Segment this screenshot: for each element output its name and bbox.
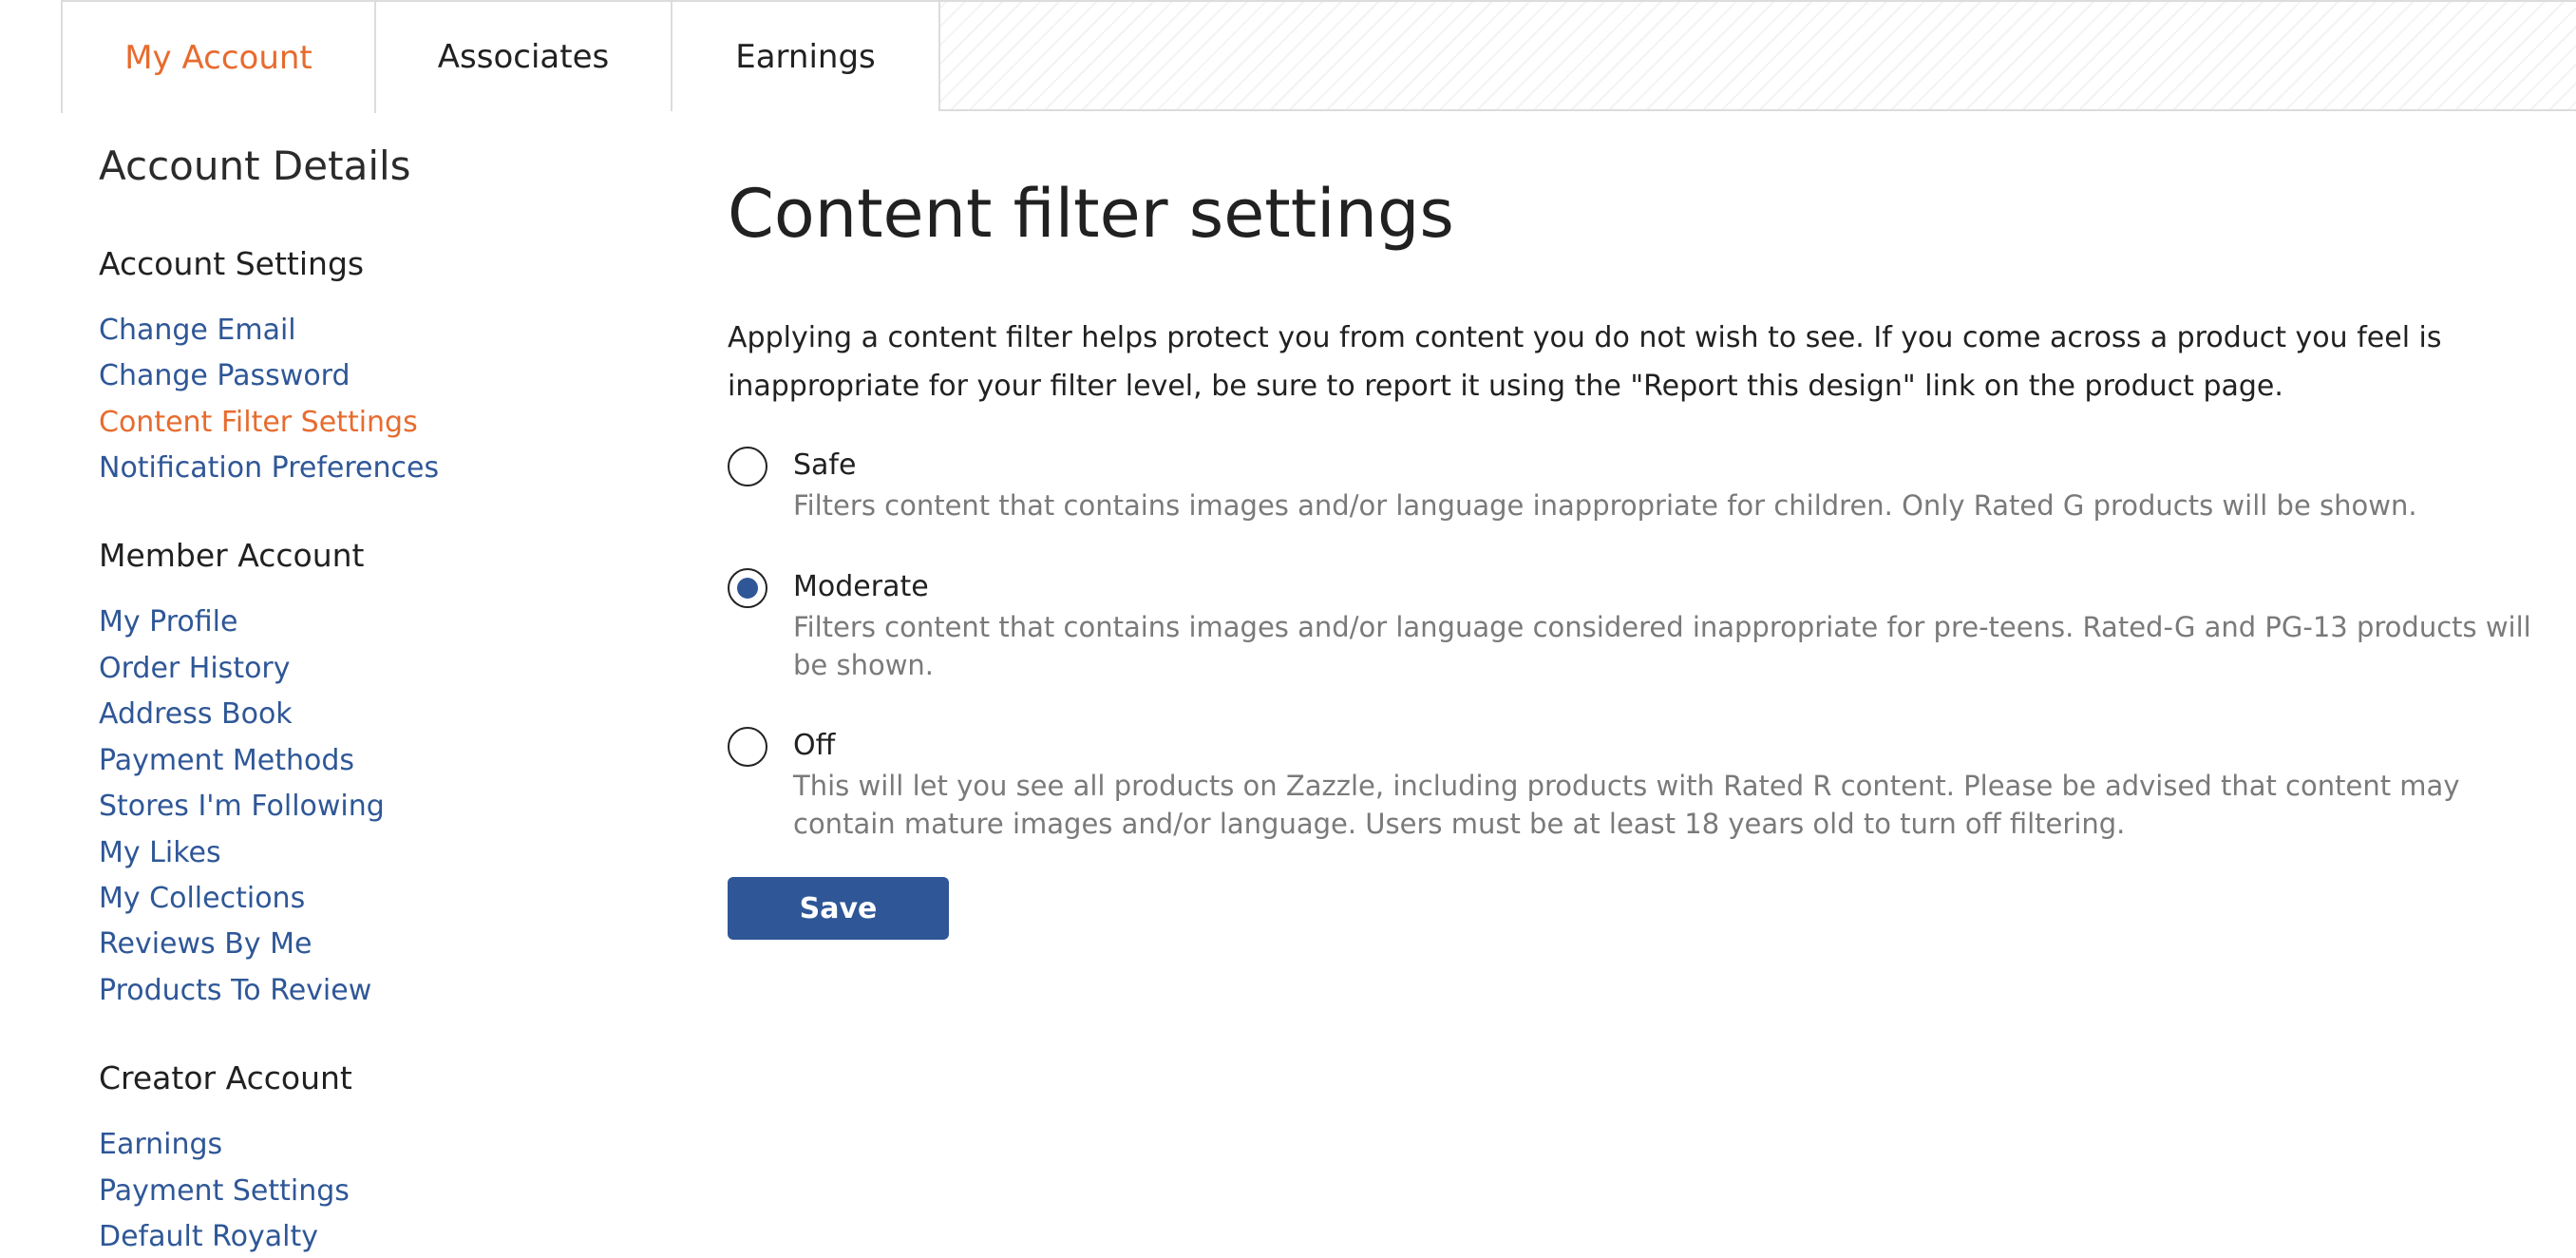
tab-associates[interactable]: Associates	[374, 0, 672, 111]
save-button[interactable]: Save	[728, 877, 949, 940]
sidebar-link-order-history[interactable]: Order History	[99, 652, 291, 685]
option-label-safe[interactable]: Safe	[793, 448, 856, 482]
sidebar-title: Account Details	[99, 143, 411, 189]
sidebar-link-content-filter-settings[interactable]: Content Filter Settings	[99, 406, 418, 439]
option-description-off: This will let you see all products on Za…	[793, 770, 2460, 840]
option-description-safe: Filters content that contains images and…	[793, 489, 2417, 522]
sidebar-link-products-to-review[interactable]: Products To Review	[99, 974, 371, 1007]
option-label-off[interactable]: Off	[793, 729, 835, 762]
tab-label: Earnings	[735, 37, 876, 76]
sidebar-link-my-profile[interactable]: My Profile	[99, 605, 237, 639]
tab-my-account[interactable]: My Account	[61, 0, 376, 113]
radio-off[interactable]	[728, 727, 767, 767]
account-tab-bar: My Account Associates Earnings	[61, 0, 2576, 113]
sidebar-link-earnings[interactable]: Earnings	[99, 1128, 222, 1161]
sidebar-link-change-password[interactable]: Change Password	[99, 359, 350, 392]
sidebar-link-change-email[interactable]: Change Email	[99, 314, 296, 347]
sidebar-link-stores-following[interactable]: Stores I'm Following	[99, 790, 385, 823]
sidebar-heading-account-settings: Account Settings	[99, 245, 365, 282]
sidebar-link-reviews-by-me[interactable]: Reviews By Me	[99, 927, 312, 961]
sidebar-link-payment-methods[interactable]: Payment Methods	[99, 744, 354, 777]
sidebar-link-default-royalty[interactable]: Default Royalty	[99, 1220, 318, 1253]
sidebar-link-address-book[interactable]: Address Book	[99, 697, 293, 731]
tab-label: Associates	[437, 37, 610, 76]
option-label-moderate[interactable]: Moderate	[793, 570, 929, 603]
tab-earnings[interactable]: Earnings	[671, 0, 940, 111]
sidebar-link-my-likes[interactable]: My Likes	[99, 836, 221, 869]
page-title: Content filter settings	[728, 175, 1454, 253]
radio-safe[interactable]	[728, 447, 767, 486]
sidebar-link-notification-preferences[interactable]: Notification Preferences	[99, 451, 439, 485]
sidebar-link-payment-settings[interactable]: Payment Settings	[99, 1174, 350, 1208]
intro-text: Applying a content filter helps protect …	[728, 321, 2442, 403]
radio-moderate[interactable]	[728, 568, 767, 608]
tab-label: My Account	[124, 38, 313, 77]
sidebar-link-my-collections[interactable]: My Collections	[99, 882, 305, 915]
sidebar-heading-member-account: Member Account	[99, 537, 365, 574]
sidebar-heading-creator-account: Creator Account	[99, 1059, 352, 1096]
option-description-moderate: Filters content that contains images and…	[793, 611, 2531, 681]
content-filter-panel: Content filter settings Applying a conte…	[728, 171, 2532, 940]
